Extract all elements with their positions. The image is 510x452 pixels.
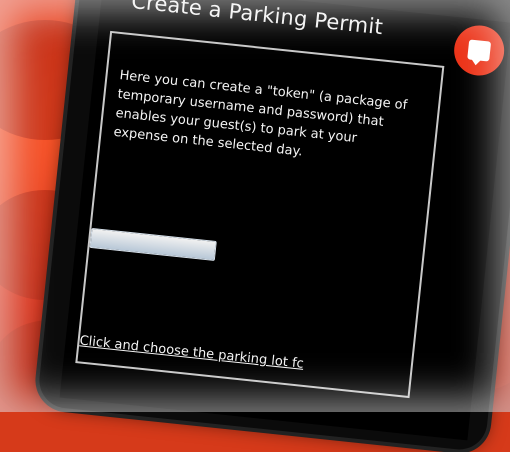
phone-screen: Create a Parking Permit Here you can cre…: [59, 0, 510, 441]
permit-description: Here you can create a "token" (a package…: [112, 68, 408, 160]
app-badge-button[interactable]: [451, 23, 507, 78]
phone-device: Create a Parking Permit Here you can cre…: [36, 0, 510, 452]
page-title: Create a Parking Permit: [130, 0, 385, 40]
chat-bubble-icon: [467, 39, 492, 62]
token-input[interactable]: [89, 227, 217, 262]
permit-panel: Here you can create a "token" (a package…: [75, 30, 445, 399]
choose-parking-lot-link[interactable]: Click and choose the parking lot fc: [79, 333, 419, 383]
